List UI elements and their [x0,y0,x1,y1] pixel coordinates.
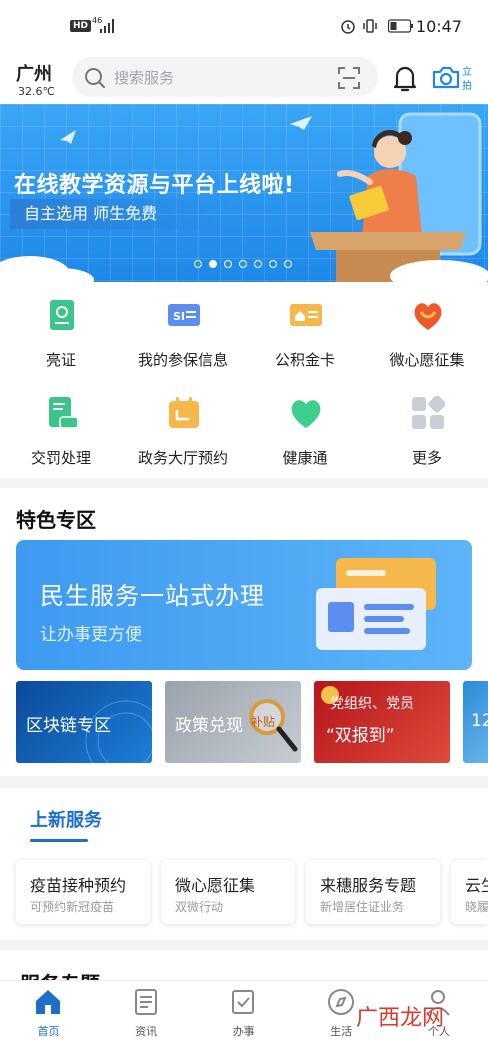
tile-policy[interactable]: 政策兑现 补贴 [165,681,301,763]
service-item[interactable]: 更多 [366,380,488,476]
traffic-ticket-icon [49,397,79,429]
card-title: 疫苗接种预约 [30,876,127,895]
search-placeholder: 搜索服务 [114,69,175,87]
battery-icon [388,19,413,33]
banner-dot[interactable] [224,260,232,268]
promo-banner[interactable]: 在线教学资源与平台上线啦! 自主选用 师生免费 [0,104,488,282]
app-screen: HD 46 10:47 广州 32.6℃ 搜索服务 立 拍 在线教学资源与平台上… [0,0,488,1043]
tile-party-label2: “双报到” [326,726,395,746]
tile-party-label: 党组织、党员 [330,696,414,712]
service-label: 亮证 [45,351,76,369]
top-header: 广州 32.6℃ 搜索服务 立 拍 [0,52,488,104]
new-services-section: 上新服务 疫苗接种预约 可预约新冠疫苗 微心愿征集 双微行动 来穗服务专题 新增… [0,788,488,940]
service-label: 健康通 [282,449,328,467]
svg-text:SI: SI [173,310,185,323]
banner-dot[interactable] [254,260,262,268]
more-grid-icon [412,396,445,429]
alarm-icon [341,20,355,34]
scan-icon[interactable] [338,67,360,89]
featured-main-subtitle: 让办事更方便 [40,625,142,645]
compass-icon [327,989,354,1015]
search-bar[interactable]: 搜索服务 [72,57,378,97]
service-item[interactable]: 交罚处理 [0,380,122,476]
new-services-title[interactable]: 上新服务 [30,806,102,832]
service-item[interactable]: 政务大厅预约 [122,380,244,476]
news-icon [134,989,157,1015]
featured-title: 特色专区 [16,508,96,532]
tab-item[interactable]: 资讯 [98,981,195,1043]
camera-label-top: 立 [462,67,472,78]
service-item[interactable]: 健康通 [244,380,366,476]
tile-partial[interactable]: 12 [463,681,488,763]
banner-dot[interactable] [284,260,292,268]
tab-item[interactable]: 首页 [0,981,97,1043]
tile-policy-label: 政策兑现 [175,716,243,736]
card-desc: 新增居住证业务 [320,900,405,914]
bell-icon[interactable] [388,61,422,95]
city-name: 广州 [16,64,52,85]
tab-label: 办事 [232,1025,255,1038]
heart-hands-icon [414,303,442,330]
tasks-icon [232,990,255,1014]
vibrate-icon [363,19,377,33]
card-title: 来穗服务专题 [320,876,417,895]
clock: 10:47 [415,17,462,36]
card-desc: 可预约新冠疫苗 [30,900,115,914]
hd-badge: HD [70,20,92,32]
service-item[interactable]: 微心愿征集 [366,282,488,378]
service-item[interactable]: SI 我的参保信息 [122,282,244,378]
tab-label: 资讯 [135,1025,158,1038]
id-card-icon [50,300,74,330]
service-label: 更多 [411,449,442,467]
tile-blockchain-label: 区块链专区 [26,716,111,736]
card-desc: 晓履 [465,900,488,914]
instant-photo-button[interactable]: 立 拍 [432,62,480,94]
featured-section: 特色专区 民生服务一站式办理 让办事更方便 区块链专区 政策兑现 补贴 党组织、… [0,488,488,776]
tile-blockchain[interactable]: 区块链专区 [16,681,152,763]
card-title: 云生 [465,876,488,895]
tile-partial-label: 12 [471,711,488,731]
service-item[interactable]: 公积金卡 [244,282,366,378]
search-icon [85,68,106,89]
service-label: 我的参保信息 [137,351,228,369]
banner-dot[interactable] [209,260,217,268]
featured-tiles: 区块链专区 政策兑现 补贴 党组织、党员 “双报到” 12 [0,681,488,763]
home-icon [36,990,60,1014]
new-service-card[interactable]: 云生 晓履 [451,860,488,924]
camera-icon [432,66,460,89]
banner-dot[interactable] [194,260,202,268]
banner-dot[interactable] [269,260,277,268]
calendar-icon [169,397,199,428]
status-bar: HD 46 10:47 [0,0,488,52]
banner-dot[interactable] [239,260,247,268]
service-label: 微心愿征集 [389,351,465,369]
tab-item[interactable]: 办事 [195,981,292,1043]
tab-label: 首页 [37,1025,60,1038]
tile-party[interactable]: 党组织、党员 “双报到” [314,681,450,763]
quick-services-grid: 亮证 SI 我的参保信息 公积金卡 微心愿征集 交罚处理 政务大厅预约 健康通 更… [0,282,488,478]
banner-headline: 在线教学资源与平台上线啦! [14,173,295,198]
health-heart-icon [291,400,321,428]
banner-tagline: 自主选用 师生免费 [10,199,230,229]
social-insurance-icon: SI [168,304,200,326]
camera-label-bottom: 拍 [462,81,472,92]
watermark: 广西龙网 [356,1006,445,1031]
service-label: 政务大厅预约 [137,449,228,467]
signal-icon [100,19,114,33]
card-title: 微心愿征集 [175,876,256,895]
id-cards-illustration [316,558,436,650]
service-label: 公积金卡 [274,351,335,369]
temperature: 32.6℃ [18,85,55,98]
service-item[interactable]: 亮证 [0,282,122,378]
tile-policy-badge: 补贴 [251,715,276,729]
service-label: 交罚处理 [30,449,91,467]
tab-underline [30,839,88,842]
housing-fund-card-icon [290,304,322,326]
featured-main-title: 民生服务一站式办理 [40,582,265,610]
new-service-card[interactable]: 来穗服务专题 新增居住证业务 [306,860,440,924]
card-desc: 双微行动 [175,900,224,914]
featured-main-card[interactable]: 民生服务一站式办理 让办事更方便 [16,540,472,670]
new-service-card[interactable]: 疫苗接种预约 可预约新冠疫苗 [16,860,150,924]
new-service-card[interactable]: 微心愿征集 双微行动 [161,860,295,924]
